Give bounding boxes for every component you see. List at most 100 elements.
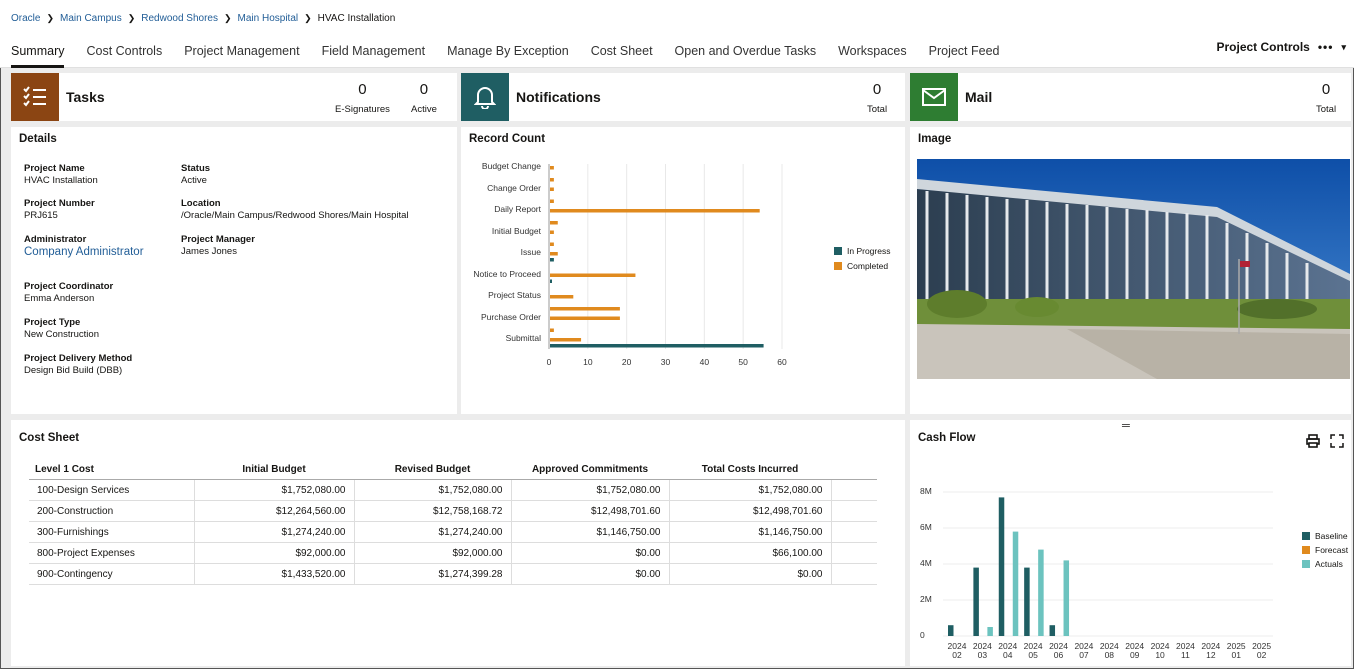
bar[interactable] — [550, 307, 620, 311]
mail-total-stat[interactable]: 0 Total — [1316, 81, 1336, 115]
administrator-link[interactable]: Company Administrator — [24, 246, 144, 258]
column-header[interactable]: Approved Commitments — [511, 460, 669, 480]
status-value: Active — [181, 175, 207, 186]
chevron-right-icon: ❯ — [46, 12, 54, 23]
tab-open-overdue-tasks[interactable]: Open and Overdue Tasks — [675, 36, 817, 68]
delivery-method-field: Project Delivery Method Design Bid Build… — [24, 353, 132, 376]
bar[interactable] — [550, 230, 554, 235]
legend-swatch — [834, 262, 842, 270]
table-row[interactable]: 200-Construction $12,264,560.00 $12,758,… — [29, 500, 877, 522]
notifications-total-count: 0 — [872, 81, 882, 98]
bar[interactable] — [550, 187, 554, 192]
table-row[interactable]: 900-Contingency $1,433,520.00 $1,274,399… — [29, 563, 877, 585]
breadcrumb-main-campus[interactable]: Main Campus — [60, 13, 122, 24]
tab-cost-sheet[interactable]: Cost Sheet — [591, 36, 653, 68]
esignatures-stat[interactable]: 0 E-Signatures — [335, 81, 390, 115]
table-cell-spacer — [831, 500, 877, 522]
breadcrumb-main-hospital[interactable]: Main Hospital — [238, 13, 299, 24]
breadcrumb-oracle[interactable]: Oracle — [11, 13, 40, 24]
column-header[interactable]: Revised Budget — [354, 460, 511, 480]
column-header[interactable]: Total Costs Incurred — [669, 460, 831, 480]
chevron-down-icon[interactable]: ▾ — [1341, 42, 1346, 53]
x-tick-month: 05 — [1028, 650, 1038, 660]
mail-total-count: 0 — [1321, 81, 1331, 98]
column-header[interactable]: Level 1 Cost — [29, 460, 194, 480]
bar[interactable] — [550, 279, 552, 284]
tab-manage-by-exception[interactable]: Manage By Exception — [447, 36, 569, 68]
bar[interactable] — [550, 199, 554, 204]
y-tick-label: 6M — [920, 522, 932, 532]
x-tick-month: 09 — [1129, 650, 1140, 660]
bar[interactable] — [1012, 531, 1019, 636]
bar[interactable] — [550, 273, 636, 278]
tasks-card[interactable]: Tasks 0 E-Signatures 0 Active — [11, 73, 457, 121]
tab-summary[interactable]: Summary — [11, 36, 65, 68]
table-row[interactable]: 300-Furnishings $1,274,240.00 $1,274,240… — [29, 521, 877, 543]
bar[interactable] — [550, 295, 574, 299]
coordinator-field: Project Coordinator Emma Anderson — [24, 281, 113, 304]
bar[interactable] — [550, 178, 554, 182]
bar[interactable] — [1063, 560, 1070, 636]
column-header[interactable]: Initial Budget — [194, 460, 354, 480]
bar[interactable] — [948, 625, 954, 636]
cost-sheet-header-row: Level 1 Cost Initial Budget Revised Budg… — [29, 460, 877, 480]
esignatures-count: 0 — [358, 81, 367, 98]
bar[interactable] — [550, 209, 760, 213]
table-row[interactable]: 100-Design Services $1,752,080.00 $1,752… — [29, 479, 877, 501]
location-field: Location /Oracle/Main Campus/Redwood Sho… — [181, 198, 409, 221]
project-manager-value: James Jones — [181, 246, 237, 257]
table-cell: 900-Contingency — [29, 563, 195, 585]
bar[interactable] — [550, 328, 554, 333]
notifications-total-stat[interactable]: 0 Total — [867, 81, 887, 115]
tab-workspaces[interactable]: Workspaces — [838, 36, 907, 68]
bar[interactable] — [973, 567, 979, 636]
tab-project-management[interactable]: Project Management — [184, 36, 299, 68]
project-type-field: Project Type New Construction — [24, 317, 99, 340]
administrator-label: Administrator — [24, 234, 87, 245]
bar[interactable] — [550, 344, 764, 348]
project-controls-menu[interactable]: Project Controls — [1217, 40, 1310, 54]
table-cell: $1,146,750.00 — [511, 521, 670, 543]
bar[interactable] — [1038, 549, 1044, 636]
bar[interactable] — [550, 338, 582, 342]
mail-icon — [910, 73, 958, 121]
x-tick-label: 2024 07 — [1072, 642, 1096, 660]
tab-field-management[interactable]: Field Management — [322, 36, 426, 68]
bar[interactable] — [987, 627, 993, 636]
legend-in-progress[interactable]: In Progress — [834, 246, 890, 256]
legend-forecast[interactable]: Forecast — [1302, 545, 1348, 555]
table-cell-spacer — [831, 542, 877, 564]
x-tick-month: 07 — [1079, 650, 1089, 660]
table-cell: $12,758,168.72 — [354, 500, 512, 522]
x-tick-month: 08 — [1104, 650, 1115, 660]
bar[interactable] — [550, 252, 558, 256]
breadcrumb-redwood-shores[interactable]: Redwood Shores — [141, 13, 218, 24]
bar[interactable] — [550, 166, 554, 170]
legend-actuals[interactable]: Actuals — [1302, 559, 1343, 569]
notifications-card[interactable]: Notifications 0 Total — [461, 73, 905, 121]
bar[interactable] — [550, 221, 558, 225]
legend-baseline[interactable]: Baseline — [1302, 531, 1348, 541]
more-options-icon[interactable]: ••• — [1318, 40, 1334, 54]
mail-card[interactable]: Mail 0 Total — [910, 73, 1351, 121]
y-tick-label: 2M — [920, 594, 932, 604]
chevron-right-icon: ❯ — [304, 12, 312, 23]
bar[interactable] — [1049, 625, 1056, 636]
table-cell: $0.00 — [511, 563, 670, 585]
y-tick-label: 0 — [920, 630, 925, 640]
bar[interactable] — [550, 242, 554, 247]
tab-project-feed[interactable]: Project Feed — [929, 36, 1000, 68]
bar[interactable] — [550, 258, 554, 262]
table-cell-spacer — [831, 563, 877, 585]
x-tick-month: 10 — [1155, 650, 1165, 660]
legend-completed[interactable]: Completed — [834, 261, 888, 271]
table-row[interactable]: 800-Project Expenses $92,000.00 $92,000.… — [29, 542, 877, 564]
x-tick-label: 2024 08 — [1097, 642, 1121, 660]
active-stat[interactable]: 0 Active — [411, 81, 437, 115]
tab-cost-controls[interactable]: Cost Controls — [86, 36, 162, 68]
notifications-total-label: Total — [867, 104, 888, 115]
bar[interactable] — [550, 316, 620, 321]
location-value: /Oracle/Main Campus/Redwood Shores/Main … — [181, 210, 409, 221]
bar[interactable] — [998, 497, 1005, 636]
bar[interactable] — [1024, 567, 1030, 636]
